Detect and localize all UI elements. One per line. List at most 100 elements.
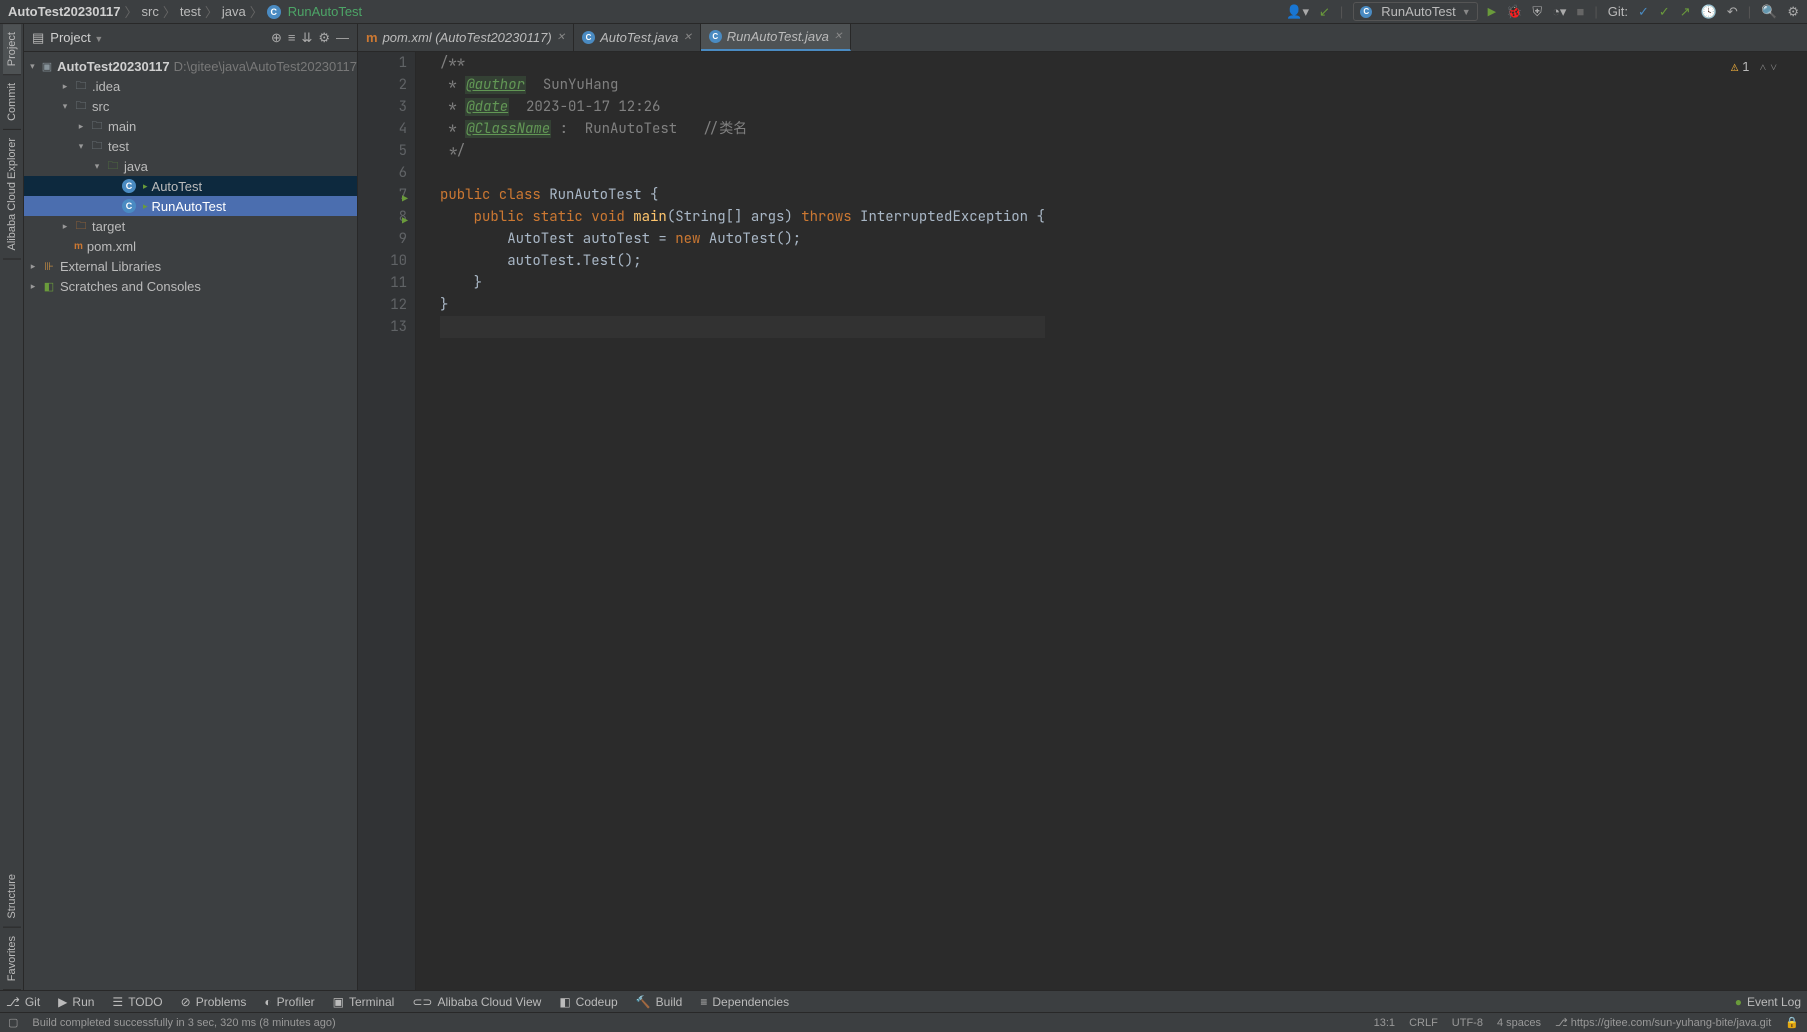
git-pull-icon[interactable]: ✓ <box>1638 4 1649 20</box>
editor[interactable]: 1234567▶8▶910111213 /** * @author SunYuH… <box>358 52 1807 990</box>
chevron-down-icon[interactable]: ˅ <box>1770 56 1777 78</box>
editor-tab[interactable]: CRunAutoTest.java✕ <box>701 24 852 51</box>
bottom-tab[interactable]: ⊂⊃Alibaba Cloud View <box>412 995 541 1009</box>
git-revert-icon[interactable]: ↶ <box>1727 4 1738 20</box>
code-line[interactable]: public static void main(String[] args) t… <box>440 206 1045 228</box>
alibaba-cloud-tab[interactable]: Alibaba Cloud Explorer <box>3 130 21 260</box>
tree-item[interactable]: ▾🗀src <box>24 96 357 116</box>
tree-item[interactable]: ▾🗀java <box>24 156 357 176</box>
code-line[interactable]: } <box>440 294 1045 316</box>
code-line[interactable]: AutoTest autoTest = new AutoTest(); <box>440 228 1045 250</box>
bottom-tab[interactable]: ▣Terminal <box>333 995 395 1009</box>
encoding[interactable]: UTF-8 <box>1452 1017 1483 1029</box>
code-line[interactable] <box>440 316 1045 338</box>
favorites-tool-tab[interactable]: Favorites <box>3 928 21 990</box>
tree-chevron-icon[interactable]: ▸ <box>60 81 70 92</box>
tree-chevron-icon[interactable] <box>108 201 118 211</box>
tree-chevron-icon[interactable]: ▸ <box>76 121 86 132</box>
code-line[interactable]: } <box>440 272 1045 294</box>
breadcrumb-project[interactable]: AutoTest20230117 <box>8 4 121 19</box>
code-line[interactable]: * @author SunYuHang <box>440 74 1045 96</box>
tree-root[interactable]: ▾ ▣ AutoTest20230117 D:\gitee\java\AutoT… <box>24 56 357 76</box>
tree-item[interactable]: ▸🗀main <box>24 116 357 136</box>
tree-chevron-icon[interactable]: ▾ <box>92 161 102 172</box>
bottom-tab[interactable]: ⊘Problems <box>181 995 247 1009</box>
bottom-tab[interactable]: ▶Run <box>58 995 94 1009</box>
close-icon[interactable]: ✕ <box>834 31 842 42</box>
code-line[interactable]: * @date 2023-01-17 12:26 <box>440 96 1045 118</box>
hide-icon[interactable]: — <box>336 30 349 45</box>
tree-scratches[interactable]: ▸ ◧ Scratches and Consoles <box>24 276 357 296</box>
tree-chevron-icon[interactable]: ▾ <box>76 141 86 152</box>
project-tool-tab[interactable]: Project <box>3 24 21 75</box>
indent[interactable]: 4 spaces <box>1497 1017 1541 1029</box>
tree-item[interactable]: C▸AutoTest <box>24 176 357 196</box>
add-user-icon[interactable]: 👤▾ <box>1286 4 1309 20</box>
bottom-tab[interactable]: 🔨Build <box>636 995 683 1009</box>
chevron-right-icon[interactable]: ▸ <box>28 281 38 292</box>
tree-root-name: AutoTest20230117 <box>57 59 170 74</box>
collapse-icon[interactable]: ⇊ <box>301 30 312 46</box>
status-widget-icon[interactable]: ▢ <box>8 1016 18 1029</box>
tree-item[interactable]: mpom.xml <box>24 236 357 256</box>
project-tree[interactable]: ▾ ▣ AutoTest20230117 D:\gitee\java\AutoT… <box>24 52 357 990</box>
line-separator[interactable]: CRLF <box>1409 1017 1438 1029</box>
chevron-up-icon[interactable]: ˄ <box>1759 56 1766 78</box>
run-config-dropdown[interactable]: C RunAutoTest ▼ <box>1353 2 1477 21</box>
editor-tab[interactable]: mpom.xml (AutoTest20230117)✕ <box>358 24 574 51</box>
profile-button[interactable]: ◔▾ <box>1552 4 1566 20</box>
tree-chevron-icon[interactable] <box>108 181 118 191</box>
code-line[interactable]: */ <box>440 140 1045 162</box>
settings-icon[interactable]: ⚙ <box>1787 4 1799 20</box>
code-body[interactable]: /** * @author SunYuHang * @date 2023-01-… <box>416 52 1045 990</box>
tree-chevron-icon[interactable] <box>60 241 70 251</box>
bottom-tab[interactable]: ◧Codeup <box>559 995 617 1009</box>
inspection-widget[interactable]: ⚠ 1 ˄ ˅ <box>1731 56 1777 78</box>
breadcrumb-src[interactable]: src <box>142 4 159 19</box>
lock-icon[interactable]: 🔒 <box>1785 1016 1799 1029</box>
coverage-button[interactable]: ⛨ <box>1532 4 1542 20</box>
git-commit-icon[interactable]: ✓ <box>1659 4 1670 20</box>
bottom-tab[interactable]: ≡Dependencies <box>700 995 789 1009</box>
tree-item[interactable]: ▸🗀.idea <box>24 76 357 96</box>
tree-item[interactable]: C▸RunAutoTest <box>24 196 357 216</box>
editor-tab[interactable]: CAutoTest.java✕ <box>574 24 701 51</box>
breadcrumb-class[interactable]: RunAutoTest <box>288 4 362 19</box>
code-line[interactable]: autoTest.Test(); <box>440 250 1045 272</box>
tree-external-libs[interactable]: ▸ ⊪ External Libraries <box>24 256 357 276</box>
debug-button[interactable]: 🐞 <box>1506 4 1522 20</box>
project-panel-title[interactable]: Project ▼ <box>50 30 265 45</box>
commit-tool-tab[interactable]: Commit <box>3 75 21 130</box>
breadcrumb-java[interactable]: java <box>222 4 246 19</box>
code-line[interactable]: public class RunAutoTest { <box>440 184 1045 206</box>
chevron-right-icon[interactable]: ▸ <box>28 261 38 272</box>
tree-item[interactable]: ▸🗀target <box>24 216 357 236</box>
bottom-tab[interactable]: ☰TODO <box>112 995 162 1009</box>
settings-icon[interactable]: ⚙ <box>318 30 330 46</box>
close-icon[interactable]: ✕ <box>557 32 565 43</box>
run-button[interactable]: ▶ <box>1488 5 1496 18</box>
tree-chevron-icon[interactable]: ▸ <box>60 221 70 232</box>
breadcrumb-test[interactable]: test <box>180 4 201 19</box>
close-icon[interactable]: ✕ <box>683 32 691 43</box>
caret-position[interactable]: 13:1 <box>1374 1017 1395 1029</box>
bottom-tab[interactable]: ⎇Git <box>6 995 40 1009</box>
event-log-tab[interactable]: ●Event Log <box>1735 995 1801 1009</box>
tree-item[interactable]: ▾🗀test <box>24 136 357 156</box>
chevron-down-icon[interactable]: ▾ <box>28 61 37 72</box>
git-push-icon[interactable]: ↗ <box>1680 4 1691 20</box>
tree-chevron-icon[interactable]: ▾ <box>60 101 70 112</box>
git-branch[interactable]: ⎇ https://gitee.com/sun-yuhang-bite/java… <box>1555 1016 1771 1029</box>
sync-down-icon[interactable]: ↙ <box>1319 4 1330 20</box>
code-line[interactable]: * @ClassName : RunAutoTest //类名 <box>440 118 1045 140</box>
locate-icon[interactable]: ⊕ <box>271 30 282 46</box>
bottom-tab[interactable]: ◐Profiler <box>264 995 314 1009</box>
expand-icon[interactable]: ≡ <box>288 30 296 45</box>
code-line[interactable] <box>440 162 1045 184</box>
git-history-icon[interactable]: 🕓 <box>1701 4 1717 20</box>
code-line[interactable]: /** <box>440 52 1045 74</box>
search-icon[interactable]: 🔍 <box>1761 4 1777 20</box>
line-gutter[interactable]: 1234567▶8▶910111213 <box>358 52 416 990</box>
stop-button[interactable]: ■ <box>1576 4 1584 19</box>
structure-tool-tab[interactable]: Structure <box>3 866 21 928</box>
